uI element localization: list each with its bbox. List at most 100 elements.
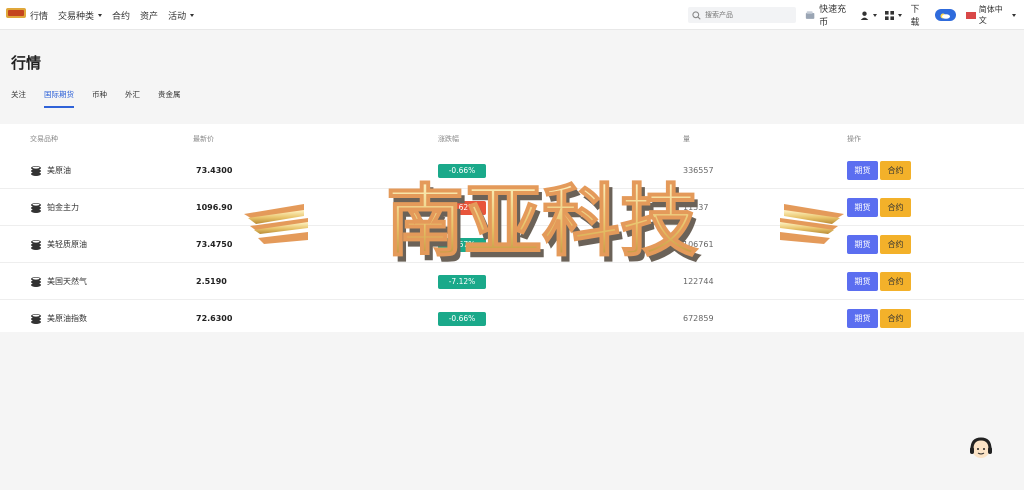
page-title: 行情 — [11, 54, 42, 72]
search-input[interactable] — [705, 11, 795, 19]
table-row[interactable]: 美国天然气 2.5190 -7.12% 122744 期货 合约 — [0, 263, 1024, 300]
coin-stack-icon — [31, 276, 41, 287]
symbol-cell: 美原油 — [30, 152, 71, 189]
coin-stack-icon — [31, 239, 41, 250]
table-row[interactable]: 美原油指数 72.6300 -0.66% 672859 期货 合约 — [0, 300, 1024, 337]
symbol-name: 美原油指数 — [47, 314, 87, 323]
nav-item-label: 合约 — [112, 11, 131, 22]
chevron-down-icon — [190, 13, 195, 17]
nav-item-label: 资产 — [140, 11, 159, 22]
volume-cell: 672859 — [683, 314, 714, 323]
change-cell: -0.62% — [438, 189, 486, 226]
action-cell: 期货 合约 — [847, 226, 913, 263]
nav-item-trade-types[interactable]: 交易种类 — [58, 9, 103, 22]
header-tools: 快速充币 下载 简体中文 — [805, 0, 1024, 30]
volume-cell: 11537 — [683, 203, 709, 212]
futures-button[interactable]: 期货 — [847, 198, 878, 217]
chevron-down-icon — [873, 13, 878, 17]
header-symbol: 交易品种 — [30, 135, 58, 143]
nav-item-activities[interactable]: 活动 — [168, 9, 195, 22]
action-cell: 期货 合约 — [847, 189, 913, 226]
apps-menu[interactable] — [885, 10, 903, 20]
table-row[interactable]: 铂金主力 1096.90 -0.62% 11537 期货 合约 — [0, 189, 1024, 226]
change-badge: -7.12% — [438, 274, 486, 289]
symbol-name: 美国天然气 — [47, 277, 87, 286]
grid-icon — [885, 10, 895, 20]
main-nav: 行情 交易种类 合约 资产 活动 — [30, 0, 204, 30]
change-badge: -0.66% — [438, 311, 486, 326]
change-cell: -0.67% — [438, 226, 486, 263]
quick-recharge-label: 快速充币 — [819, 5, 847, 28]
symbol-cell: 美轻质原油 — [30, 226, 87, 263]
futures-button[interactable]: 期货 — [847, 309, 878, 328]
tab-favorites[interactable]: 关注 — [11, 89, 26, 108]
search-box[interactable] — [688, 7, 796, 23]
tab-intl-futures[interactable]: 国际期货 — [44, 89, 74, 108]
brand-logo[interactable] — [6, 7, 26, 19]
symbol-cell: 美原油指数 — [30, 300, 87, 337]
chevron-down-icon — [98, 13, 103, 17]
futures-button[interactable]: 期货 — [847, 272, 878, 291]
coin-stack-icon — [31, 313, 41, 324]
table-row[interactable]: 美原油 73.4300 -0.66% 336557 期货 合约 — [0, 152, 1024, 189]
nav-item-assets[interactable]: 资产 — [140, 9, 158, 22]
top-navbar: 行情 交易种类 合约 资产 活动 快速充币 — [0, 0, 1024, 30]
volume-cell: 336557 — [683, 166, 714, 175]
coin-stack-icon — [31, 165, 41, 176]
change-cell: -0.66% — [438, 300, 486, 337]
symbol-name: 铂金主力 — [47, 203, 79, 212]
market-tabs: 关注 国际期货 币种 外汇 贵金属 — [11, 89, 199, 108]
language-selector[interactable]: 简体中文 — [965, 4, 1016, 26]
quick-recharge-button[interactable]: 快速充币 — [805, 2, 852, 28]
tab-precious-metals[interactable]: 贵金属 — [158, 89, 181, 108]
header-change: 涨跌幅 — [438, 135, 459, 143]
symbol-name: 美轻质原油 — [47, 240, 87, 249]
search-icon — [692, 10, 701, 20]
cloud-icon — [940, 13, 951, 19]
tab-forex[interactable]: 外汇 — [125, 89, 140, 108]
action-cell: 期货 合约 — [847, 300, 913, 337]
chevron-down-icon — [898, 13, 903, 17]
price-cell: 73.4300 — [196, 166, 233, 175]
contract-button[interactable]: 合约 — [880, 272, 911, 291]
download-label: 下载 — [910, 5, 920, 28]
price-cell: 1096.90 — [196, 203, 233, 212]
wallet-icon — [805, 10, 815, 19]
contract-button[interactable]: 合约 — [880, 161, 911, 180]
change-cell: -0.66% — [438, 152, 486, 189]
china-flag-icon — [965, 11, 976, 19]
change-badge: -0.66% — [438, 163, 486, 178]
action-cell: 期货 合约 — [847, 152, 913, 189]
nav-item-contract[interactable]: 合约 — [112, 9, 130, 22]
futures-button[interactable]: 期货 — [847, 235, 878, 254]
contract-button[interactable]: 合约 — [880, 198, 911, 217]
price-cell: 2.5190 — [196, 277, 227, 286]
theme-toggle[interactable] — [935, 9, 956, 21]
nav-item-label: 行情 — [30, 11, 49, 22]
price-cell: 73.4750 — [196, 240, 233, 249]
user-icon — [861, 11, 869, 20]
nav-item-label: 交易种类 — [58, 11, 95, 22]
customer-support-icon[interactable] — [968, 436, 994, 462]
symbol-name: 美原油 — [47, 166, 71, 175]
change-badge: -0.67% — [438, 237, 486, 252]
symbol-cell: 美国天然气 — [30, 263, 87, 300]
futures-button[interactable]: 期货 — [847, 161, 878, 180]
download-link[interactable]: 下载 — [910, 2, 927, 28]
header-price: 最新价 — [193, 135, 214, 143]
volume-cell: 122744 — [683, 277, 714, 286]
language-label: 简体中文 — [978, 5, 1003, 25]
volume-cell: 106761 — [683, 240, 714, 249]
market-table: 交易品种 最新价 涨跌幅 量 操作 美原油 73.4300 -0.66% 336… — [0, 124, 1024, 332]
change-badge: -0.62% — [438, 200, 486, 215]
tab-crypto[interactable]: 币种 — [92, 89, 107, 108]
coin-stack-icon — [31, 202, 41, 213]
table-row[interactable]: 美轻质原油 73.4750 -0.67% 106761 期货 合约 — [0, 226, 1024, 263]
nav-item-market[interactable]: 行情 — [30, 9, 48, 22]
chevron-down-icon — [1012, 13, 1016, 17]
contract-button[interactable]: 合约 — [880, 235, 911, 254]
header-volume: 量 — [683, 135, 690, 143]
contract-button[interactable]: 合约 — [880, 309, 911, 328]
user-menu[interactable] — [860, 11, 878, 20]
price-cell: 72.6300 — [196, 314, 233, 323]
